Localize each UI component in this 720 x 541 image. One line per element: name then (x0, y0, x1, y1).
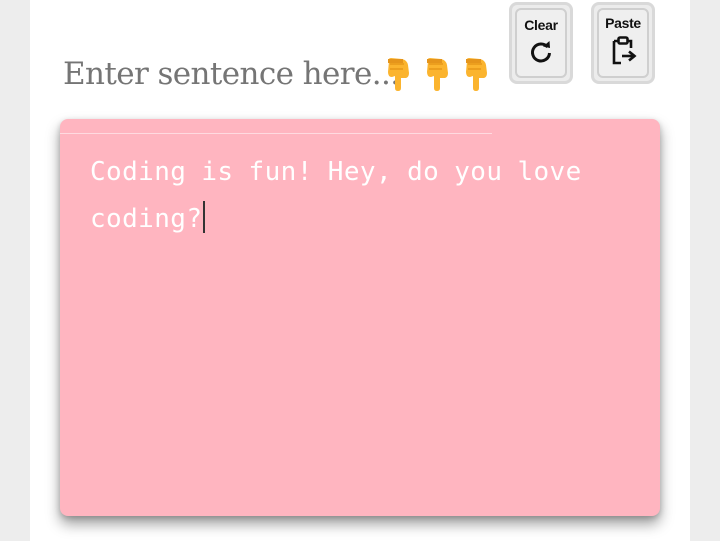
clipboard-paste-icon (612, 36, 637, 65)
sentence-value: Coding is fun! Hey, do you love coding? (90, 157, 582, 234)
paste-button-label: Paste (605, 15, 641, 31)
pointing-down-hand-icon (466, 58, 487, 91)
pointing-down-hand-icon (388, 58, 409, 91)
clear-button[interactable]: Clear (509, 2, 573, 84)
text-caret (203, 201, 206, 233)
prompt-text: Enter sentence here... (63, 56, 400, 92)
sentence-input[interactable]: Coding is fun! Hey, do you love coding? (60, 119, 660, 516)
pointing-down-hand-icon (427, 58, 448, 91)
sentence-input-text[interactable]: Coding is fun! Hey, do you love coding? (90, 149, 635, 243)
editor-top-divider (60, 133, 492, 134)
paste-button[interactable]: Paste (591, 2, 655, 84)
clear-button-label: Clear (524, 17, 558, 33)
pointing-hands (380, 56, 494, 92)
refresh-icon (531, 41, 551, 63)
